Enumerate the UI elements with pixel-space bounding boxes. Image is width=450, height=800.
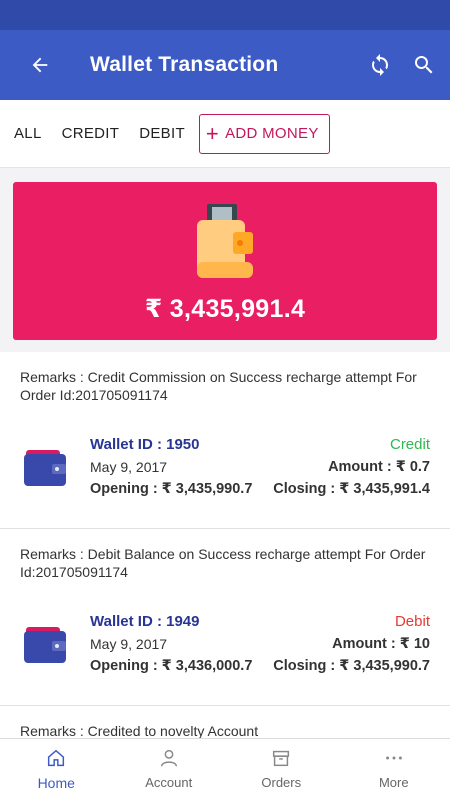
page-title: Wallet Transaction — [90, 53, 279, 76]
transaction-remarks: Remarks : Credit Commission on Success r… — [20, 369, 417, 403]
transaction-date: May 9, 2017 — [90, 636, 168, 652]
nav-account[interactable]: Account — [113, 739, 226, 800]
nav-orders-label: Orders — [261, 775, 302, 790]
tab-credit[interactable]: CREDIT — [62, 125, 120, 142]
nav-orders[interactable]: Orders — [225, 739, 338, 800]
wallet-id: Wallet ID : 1950 — [90, 436, 200, 453]
wallet-id: Wallet ID : 1949 — [90, 613, 200, 630]
home-icon — [48, 749, 65, 767]
refresh-button[interactable] — [358, 30, 402, 100]
transaction-date: May 9, 2017 — [90, 459, 168, 475]
user-icon — [160, 749, 177, 767]
balance-card: ₹ 3,435,991.4 — [13, 182, 437, 340]
plus-icon: + — [205, 120, 220, 146]
back-button[interactable] — [0, 30, 80, 100]
wallet-icon — [24, 627, 66, 663]
nav-more-label: More — [378, 775, 409, 790]
nav-account-label: Account — [145, 775, 193, 790]
app-bar: Wallet Transaction — [0, 30, 450, 100]
status-bar — [0, 0, 450, 30]
add-money-button[interactable]: + ADD MONEY — [198, 113, 330, 154]
nav-home-label: Home — [37, 775, 75, 791]
closing-balance: Closing : ₹ 3,435,991.4 — [273, 481, 430, 497]
archive-icon — [273, 750, 290, 767]
opening-balance: Opening : ₹ 3,435,990.7 — [90, 481, 253, 497]
sync-icon — [372, 54, 388, 76]
transaction-list: Remarks : Credit Commission on Success r… — [0, 352, 450, 752]
search-icon — [415, 56, 433, 74]
transaction-item[interactable]: Remarks : Debit Balance on Success recha… — [0, 529, 450, 705]
search-button[interactable] — [402, 30, 446, 100]
closing-balance: Closing : ₹ 3,435,990.7 — [273, 658, 430, 674]
wallet-balance: ₹ 3,435,991.4 — [144, 295, 306, 323]
add-money-label: ADD MONEY — [225, 125, 319, 142]
transaction-amount: Amount : ₹ 0.7 — [328, 459, 430, 475]
transaction-item[interactable]: Remarks : Credit Commission on Success r… — [0, 352, 450, 528]
transaction-remarks: Remarks : Debit Balance on Success recha… — [20, 546, 426, 580]
filter-tabs: ALL CREDIT DEBIT + ADD MONEY — [0, 100, 450, 168]
wallet-icon — [24, 450, 66, 486]
nav-more[interactable]: More — [338, 739, 450, 800]
transaction-type: Credit — [389, 436, 430, 453]
nav-home[interactable]: Home — [0, 739, 113, 800]
wallet-icon — [197, 204, 253, 278]
opening-balance: Opening : ₹ 3,436,000.7 — [90, 658, 253, 674]
bottom-navigation: Home Account Orders More — [0, 738, 450, 800]
tab-debit[interactable]: DEBIT — [139, 125, 185, 142]
tab-all[interactable]: ALL — [14, 125, 42, 142]
arrow-left-icon — [32, 57, 48, 73]
transaction-amount: Amount : ₹ 10 — [332, 636, 430, 652]
more-dots-icon — [385, 756, 402, 760]
transaction-type: Debit — [394, 613, 430, 630]
